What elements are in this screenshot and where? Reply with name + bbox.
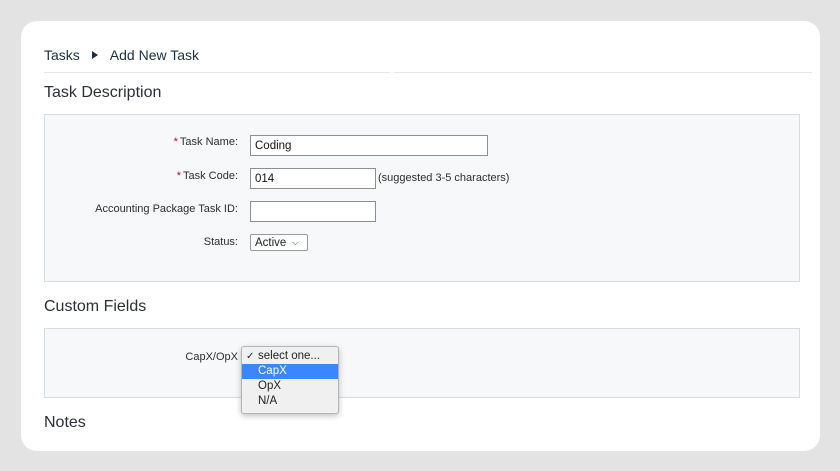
dropdown-option-na[interactable]: N/A [242, 394, 338, 409]
section-title-task-description: Task Description [44, 84, 162, 101]
task-code-label-text: Task Code: [182, 170, 238, 182]
divider [44, 72, 390, 73]
dropdown-option-label: select one... [258, 350, 321, 362]
dropdown-option-opx[interactable]: OpX [242, 379, 338, 394]
capx-opx-dropdown-menu[interactable]: ✓ select one... CapX OpX N/A [241, 346, 339, 414]
chevron-down-icon: ⌵ [292, 237, 299, 247]
custom-fields-panel: CapX/OpX [44, 328, 800, 398]
breadcrumb-current: Add New Task [109, 47, 200, 63]
dropdown-option-select-one[interactable]: ✓ select one... [242, 349, 338, 364]
task-code-label: * Task Code: [177, 170, 238, 182]
status-value: Active [255, 236, 287, 249]
dropdown-option-label: CapX [258, 365, 287, 377]
task-name-label-text: Task Name: [179, 136, 238, 148]
dropdown-option-capx[interactable]: CapX [242, 364, 338, 379]
accounting-id-input[interactable] [250, 201, 376, 222]
task-code-hint: (suggested 3-5 characters) [378, 172, 510, 184]
checkmark-icon: ✓ [246, 351, 255, 362]
task-name-input[interactable] [250, 135, 488, 156]
required-marker: * [176, 170, 181, 182]
task-code-input[interactable] [250, 168, 376, 189]
divider [394, 72, 812, 73]
breadcrumb-tasks-link[interactable]: Tasks [44, 47, 80, 63]
dropdown-option-label: OpX [258, 380, 282, 392]
task-description-panel: *Task Name: *Task Code: (suggested 3-5 c… [44, 114, 800, 282]
required-marker: * [173, 136, 178, 148]
triangle-right-icon [91, 51, 98, 59]
task-name-label: * Task Name: [174, 136, 238, 148]
breadcrumb: Tasks Add New Task [44, 46, 199, 64]
section-title-custom-fields: Custom Fields [44, 298, 147, 315]
status-label: Status: [203, 236, 238, 248]
main-card: Tasks Add New Task Task Description * Tas… [21, 21, 820, 451]
accounting-id-label: Accounting Package Task ID: [95, 203, 238, 215]
dropdown-option-label: N/A [258, 395, 278, 407]
status-select[interactable]: Active ⌵ [250, 234, 308, 251]
window-frame: Tasks Add New Task Task Description * Tas… [0, 0, 840, 471]
section-title-notes: Notes [44, 414, 86, 431]
capx-opx-label: CapX/OpX [185, 351, 238, 363]
